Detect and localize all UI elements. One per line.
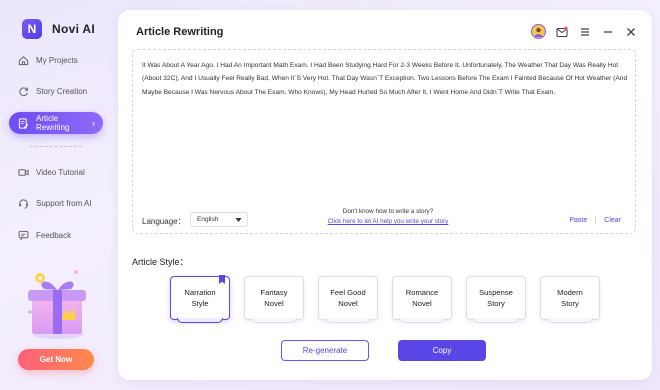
language-label: Language： <box>142 217 186 226</box>
gift-box-illustration: ★ <box>28 270 86 339</box>
close-icon[interactable] <box>624 25 638 39</box>
window-controls <box>531 24 638 39</box>
sidebar-item-label: Feedback <box>36 230 72 240</box>
sidebar: N Novi AI My Projects Story Creation Art… <box>0 0 112 390</box>
style-option-suspense[interactable]: Suspense Story <box>466 276 526 323</box>
editor-actions: Paste Clear <box>569 216 621 224</box>
brand: N Novi AI <box>22 19 95 39</box>
clear-button[interactable]: Clear <box>604 217 621 224</box>
style-option-label: Suspense Story <box>479 288 513 308</box>
sidebar-item-video-tutorial[interactable]: Video Tutorial <box>9 161 103 183</box>
style-option-label: Modern Story <box>557 288 583 308</box>
style-option-feel-good[interactable]: Feel Good Novel <box>318 276 378 323</box>
minimize-icon[interactable] <box>601 25 615 39</box>
brand-name: Novi AI <box>52 22 95 36</box>
get-now-button[interactable]: Get Now <box>18 349 94 370</box>
sidebar-item-story-creation[interactable]: Story Creation <box>9 80 103 102</box>
novi-logo-icon: N <box>22 19 42 39</box>
help-prompt: Don't know how to write a story? Click h… <box>313 208 463 225</box>
sidebar-divider <box>30 146 82 147</box>
paste-button[interactable]: Paste <box>569 217 587 224</box>
sidebar-item-my-projects[interactable]: My Projects <box>9 49 103 71</box>
language-selected-value: English <box>197 216 219 223</box>
sidebar-item-label: Support from AI <box>36 198 92 208</box>
caret-down-icon <box>235 218 242 222</box>
sidebar-item-label: My Projects <box>36 55 78 65</box>
chevron-right-icon: › <box>92 118 95 128</box>
article-text[interactable]: It Was About A Year Ago. I Had An Import… <box>142 59 628 99</box>
sidebar-item-support-from-ai[interactable]: Support from AI <box>9 192 103 214</box>
article-style-label: Article Style： <box>132 257 189 267</box>
menu-icon[interactable] <box>578 25 592 39</box>
style-option-label: Narration Style <box>184 288 216 308</box>
style-option-narration[interactable]: Narration Style <box>170 275 230 323</box>
copy-button[interactable]: Copy <box>398 340 486 361</box>
mail-icon[interactable] <box>555 25 569 39</box>
article-editor[interactable]: It Was About A Year Ago. I Had An Import… <box>132 49 636 234</box>
refresh-icon <box>19 86 28 96</box>
language-select[interactable]: English <box>190 212 248 227</box>
svg-text:★: ★ <box>37 275 43 283</box>
sidebar-item-label: Story Creation <box>36 86 88 96</box>
help-question: Don't know how to write a story? <box>342 208 434 215</box>
avatar[interactable] <box>531 24 546 39</box>
sidebar-item-label: Article Rewriting <box>36 114 70 132</box>
feedback-icon <box>18 230 29 240</box>
headset-icon <box>19 198 28 208</box>
sidebar-item-label: Video Tutorial <box>36 167 85 177</box>
regenerate-button[interactable]: Re-generate <box>281 340 369 361</box>
main-panel: Article Rewriting It Was About A Year Ag… <box>118 10 652 380</box>
document-edit-icon <box>18 117 29 129</box>
style-option-fantasy[interactable]: Fantasy Novel <box>244 276 304 323</box>
help-link[interactable]: Click here to let AI help you write your… <box>313 218 463 225</box>
home-icon <box>18 55 29 65</box>
style-option-label: Feel Good Novel <box>330 288 366 308</box>
article-style-options: Narration Style Fantasy Novel Feel Good … <box>170 275 600 323</box>
divider <box>595 216 597 224</box>
style-option-label: Fantasy Novel <box>260 288 288 308</box>
sidebar-item-article-rewriting[interactable]: Article Rewriting › <box>9 112 103 134</box>
sidebar-item-feedback[interactable]: Feedback <box>9 224 103 246</box>
page-title: Article Rewriting <box>136 26 224 38</box>
video-icon <box>18 168 29 176</box>
style-option-romance[interactable]: Romance Novel <box>392 276 452 323</box>
style-option-modern[interactable]: Modern Story <box>540 276 600 323</box>
style-option-label: Romance Novel <box>405 288 439 308</box>
user-avatar-icon <box>534 27 543 37</box>
bookmark-icon <box>219 275 225 284</box>
